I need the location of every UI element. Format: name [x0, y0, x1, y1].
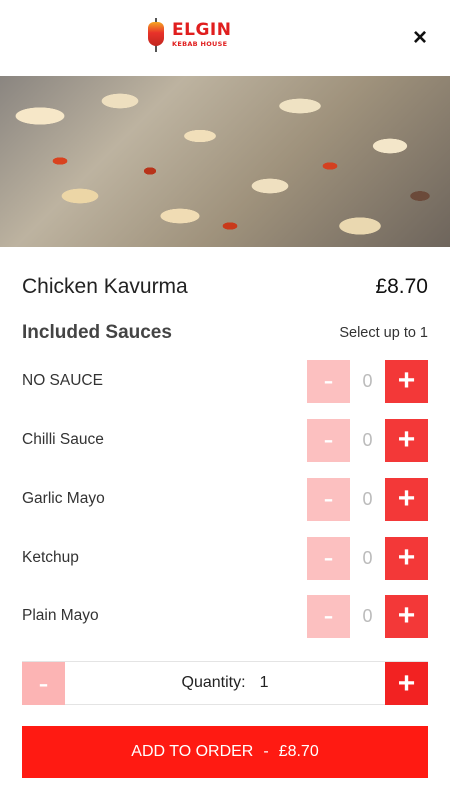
restaurant-logo: ELGIN KEBAB HOUSE [143, 17, 255, 53]
logo-subtitle: KEBAB HOUSE [172, 40, 228, 49]
sauce-section-title: Included Sauces [22, 322, 172, 343]
quantity-stepper: - Quantity: 1 + [22, 661, 428, 705]
decrement-button[interactable]: - [307, 536, 350, 580]
header: ELGIN KEBAB HOUSE × [0, 0, 450, 76]
sauce-stepper: - 0 + [307, 594, 428, 638]
sauce-count: 0 [362, 429, 373, 450]
sauce-option-label: Plain Mayo [22, 607, 99, 624]
sauce-count: 0 [362, 605, 373, 626]
add-to-order-separator: - [263, 743, 269, 760]
sauce-option-label: Chilli Sauce [22, 431, 104, 448]
sauce-option-ketchup: Ketchup - 0 + [22, 536, 428, 580]
logo-brand: ELGIN [172, 20, 232, 41]
food-photo [0, 76, 450, 247]
add-to-order-label: ADD TO ORDER [131, 743, 254, 760]
item-name: Chicken Kavurma [22, 275, 188, 298]
sauce-option-plain-mayo: Plain Mayo - 0 + [22, 594, 428, 638]
sauce-selection-limit: Select up to 1 [339, 325, 428, 341]
decrement-button[interactable]: - [307, 418, 350, 462]
close-icon[interactable]: × [407, 25, 433, 51]
quantity-label: Quantity: [181, 674, 246, 691]
sauce-option-garlic-mayo: Garlic Mayo - 0 + [22, 477, 428, 521]
increment-button[interactable]: + [385, 359, 428, 403]
quantity-increment-button[interactable]: + [385, 662, 428, 705]
sauce-section-header: Included Sauces Select up to 1 [22, 318, 428, 348]
sauce-stepper: - 0 + [307, 536, 428, 580]
sauce-stepper: - 0 + [307, 418, 428, 462]
sauce-option-chilli-sauce: Chilli Sauce - 0 + [22, 418, 428, 462]
sauce-option-label: Garlic Mayo [22, 490, 105, 507]
quantity-value: 1 [259, 674, 269, 691]
quantity-display: Quantity: 1 [65, 662, 385, 704]
item-price: £8.70 [375, 275, 428, 298]
quantity-decrement-button[interactable]: - [22, 662, 65, 705]
increment-button[interactable]: + [385, 477, 428, 521]
decrement-button[interactable]: - [307, 477, 350, 521]
increment-button[interactable]: + [385, 594, 428, 638]
sauce-stepper: - 0 + [307, 477, 428, 521]
sauce-count: 0 [362, 547, 373, 568]
sauce-option-no-sauce: NO SAUCE - 0 + [22, 359, 428, 403]
increment-button[interactable]: + [385, 418, 428, 462]
decrement-button[interactable]: - [307, 594, 350, 638]
add-to-order-price: £8.70 [278, 743, 319, 760]
decrement-button[interactable]: - [307, 359, 350, 403]
sauce-stepper: - 0 + [307, 359, 428, 403]
sauce-option-label: NO SAUCE [22, 372, 103, 389]
increment-button[interactable]: + [385, 536, 428, 580]
sauce-count: 0 [362, 370, 373, 391]
sauce-option-label: Ketchup [22, 549, 79, 566]
item-header: Chicken Kavurma £8.70 [22, 272, 428, 302]
add-to-order-button[interactable]: ADD TO ORDER - £8.70 [22, 726, 428, 778]
kebab-spit-icon [143, 18, 169, 52]
sauce-count: 0 [362, 488, 373, 509]
